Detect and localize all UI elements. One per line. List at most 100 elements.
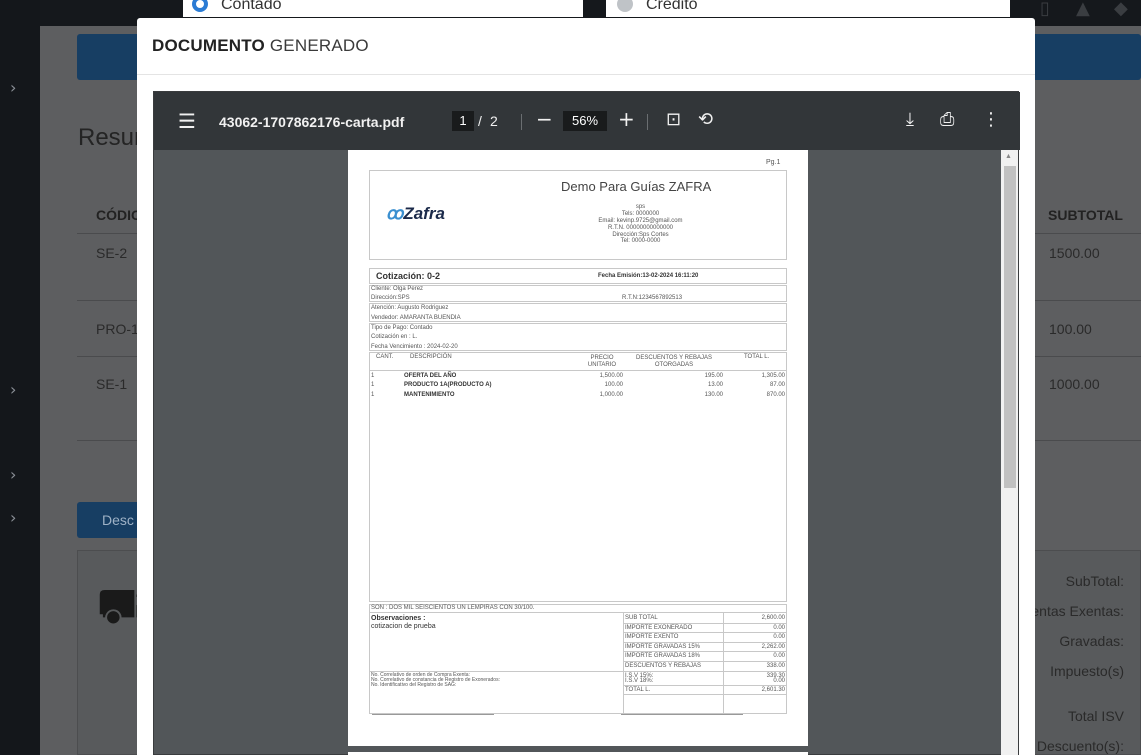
payment-type: Tipo de Pago: Contado [371,325,433,331]
company-line: Dirección:Sps Cortes [612,231,669,238]
rule [369,612,787,613]
rule [623,685,787,686]
items-box [369,352,787,602]
total-value: 2,262.00 [761,644,785,650]
rule [623,651,787,652]
header-desc: DESCRIPCIÓN [410,354,452,360]
chevron-right-icon[interactable]: › [10,508,16,527]
totals-box [369,604,787,714]
graduation-cap-icon[interactable]: ▲ [1076,0,1090,19]
total-value: 338.00 [766,663,785,669]
total-label: IMPORTE GRAVADAS 15% [625,644,701,650]
page-total: 2 [490,113,498,129]
zoom-input[interactable]: 56% [563,111,607,131]
column-header-subtotal: SUBTOTAL [1048,207,1123,223]
logo-mark-icon: ꝏ [386,204,404,223]
client-name: Cliente: Olga Perez [371,286,424,292]
phone-icon[interactable]: ▯ [1040,0,1050,19]
tag-icon[interactable]: ◆ [1114,0,1128,19]
chevron-right-icon[interactable]: › [10,78,16,97]
client-box [369,285,787,302]
totals-divider [623,612,624,714]
company-name: Demo Para Guías ZAFRA [561,179,712,194]
company-line: sps [635,204,646,210]
fit-page-icon[interactable]: ⊡ [666,109,681,130]
item-price: 100.00 [604,382,623,388]
payment-contado-field[interactable]: Contado [183,0,583,17]
row-code: SE-1 [96,376,128,392]
item-desc: MANTENIMIENTO [404,392,455,398]
item-total: 1,305.00 [761,373,785,379]
summary-exentas-label: entas Exentas: [1031,603,1124,619]
zoom-in-icon[interactable]: + [618,107,635,131]
download-icon[interactable]: ⤓ [906,109,914,130]
radio-contado-label: Contado [221,0,282,13]
item-qty: 1 [371,392,375,398]
attention: Atención: Augusto Rodriguez [371,305,449,311]
signature-line [621,714,743,715]
total-label: TOTAL L. [625,687,651,693]
rule [623,694,787,695]
radio-credito-label: Crédito [646,0,698,13]
pdf-toolbar: ☰ 43062-1707862176-carta.pdf 1 / 2 − 56%… [154,92,1020,150]
pdf-filename: 43062-1707862176-carta.pdf [219,114,405,130]
header-total: TOTAL L. [744,354,770,360]
due-date: Fecha Vencimiento : 2024-02-20 [371,344,458,350]
payment-credito-field[interactable]: Crédito [606,0,1010,17]
summary-impuesto-label: Impuesto(s) [1050,663,1124,679]
summary-subtotal-label: SubTotal: [1065,573,1124,589]
item-discount: 13.00 [707,382,723,388]
menu-icon[interactable]: ☰ [178,109,196,133]
total-label: IMPORTE EXENTO [625,634,679,640]
fiscal-line: No. Identificativo del Registro de SAG: [371,682,457,688]
toolbar-divider [647,114,648,130]
seller: Vendedor: AMARANTA BUENDIA [371,315,461,321]
company-line: Tel: 0000-0000 [620,238,661,245]
header-rule [369,370,787,371]
scrollbar-thumb[interactable] [1004,166,1016,488]
total-value: 2,600.00 [761,615,785,621]
row-subtotal: 1000.00 [1049,376,1100,392]
total-label: I.S.V 18%: [625,678,654,684]
radio-credito[interactable] [617,0,633,12]
row-subtotal: 100.00 [1049,321,1092,337]
pdf-viewer[interactable]: ☰ 43062-1707862176-carta.pdf 1 / 2 − 56%… [153,91,1020,755]
signature-line [372,714,494,715]
item-qty: 1 [371,382,375,388]
item-desc: OFERTA DEL AÑO [404,373,457,379]
more-icon[interactable]: ⋮ [982,109,1000,130]
chevron-right-icon[interactable]: › [10,465,16,484]
item-discount: 130.00 [704,392,723,398]
left-rail: › › › › [0,0,40,755]
zoom-out-icon[interactable]: − [536,107,553,131]
page-number-input[interactable]: 1 [452,111,474,131]
currency: Cotización en : L. [371,334,418,340]
page-label: Pg.1 [766,159,781,166]
scroll-up-icon[interactable]: ▲ [1005,153,1012,160]
item-discount: 195.00 [704,373,723,379]
chevron-right-icon[interactable]: › [10,380,16,399]
row-code: SE-2 [96,245,128,261]
radio-contado[interactable] [192,0,208,12]
header-discount: DESCUENTOS Y REBAJAS OTORGADAS [635,355,713,368]
page-separator: / [478,113,482,129]
observations-label: Observaciones : [371,615,426,622]
toolbar-divider [521,114,522,130]
summary-total-isv-label: Total ISV [1067,708,1124,724]
company-line: R.T.N. 00000000000000 [607,224,674,231]
company-line: Tels: 0000000 [621,210,660,217]
modal-title: DOCUMENTO GENERADO [152,36,369,56]
item-desc: PRODUCTO 1A(PRODUCTO A) [404,382,492,388]
column-header-code: CÓDIC [96,207,142,223]
totals-divider [723,612,724,714]
row-subtotal: 1500.00 [1049,245,1100,261]
modal-header: DOCUMENTO GENERADO [137,18,1035,75]
quote-title: Cotización: 0-2 [376,271,441,281]
rotate-icon[interactable]: ⟲ [698,109,713,130]
total-label: IMPORTE GRAVADAS 18% [625,653,701,659]
total-value: 0.00 [773,653,785,659]
print-icon[interactable]: ⎙ [940,109,954,130]
modal-title-rest: GENERADO [269,36,369,55]
emission-date: Fecha Emisión:13-02-2024 16:11:20 [598,273,699,279]
client-rtn: R.T.N:1234567892513 [622,295,683,301]
